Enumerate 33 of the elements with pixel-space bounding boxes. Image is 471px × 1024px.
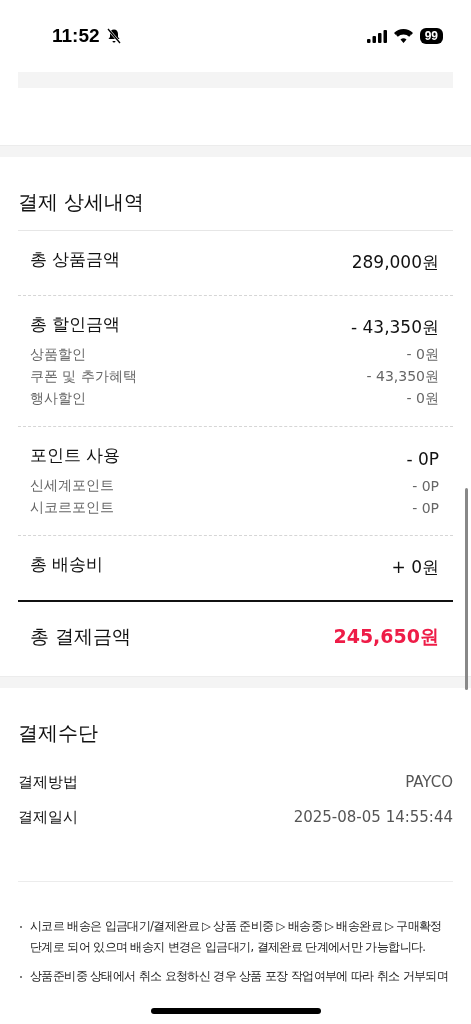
summary-amount: - 0P bbox=[406, 448, 439, 469]
summary-amount: - 43,350원 bbox=[350, 316, 439, 339]
summary-label: 포인트 사용 bbox=[30, 444, 121, 467]
status-time: 11:52 bbox=[52, 25, 100, 47]
detail-label: 쿠폰 및 추가혜택 bbox=[30, 368, 137, 386]
detail-amount: - 0P bbox=[412, 478, 439, 494]
detail-amount: - 43,350원 bbox=[366, 368, 439, 386]
detail-label: 행사할인 bbox=[30, 390, 86, 408]
signal-icon bbox=[366, 29, 387, 43]
section-title: 결제 상세내역 bbox=[18, 189, 146, 216]
summary-label: 총 상품금액 bbox=[30, 248, 121, 271]
summary-amount: 289,000원 bbox=[351, 251, 439, 274]
total-label: 총 결제금액 bbox=[30, 624, 132, 649]
section-title: 결제수단 bbox=[18, 720, 99, 747]
detail-label: 상품할인 bbox=[30, 346, 86, 364]
total-amount: 245,650원 bbox=[333, 624, 439, 649]
wifi-icon bbox=[393, 29, 413, 43]
info-value: 2025-08-05 14:55:44 bbox=[293, 808, 453, 827]
detail-amount: - 0원 bbox=[406, 390, 439, 408]
info-label: 결제일시 bbox=[18, 808, 78, 827]
bell-slash-icon bbox=[105, 28, 122, 44]
detail-label: 신세계포인트 bbox=[30, 477, 114, 495]
notice-text: 시코르 배송은 입금대기/결제완료 ▷ 상품 준비중 ▷ 배송중 ▷ 배송완료 ▷ 구매확정 단계로 되어 있으며 배송지 변경은 입금대기, 결제완료 단계에서만 가능합니다. bbox=[18, 916, 453, 958]
info-value: PAYCO bbox=[405, 773, 453, 792]
detail-amount: - 0P bbox=[412, 500, 439, 516]
battery-level: 99 bbox=[419, 28, 443, 44]
detail-label: 시코르포인트 bbox=[30, 499, 114, 517]
summary-label: 총 배송비 bbox=[30, 553, 104, 576]
summary-label: 총 할인금액 bbox=[30, 313, 121, 336]
detail-amount: - 0원 bbox=[406, 346, 439, 364]
notice-text: 상품준비중 상태에서 취소 요청하신 경우 상품 포장 작업여부에 따라 취소 거부되며 bbox=[18, 966, 453, 987]
info-label: 결제방법 bbox=[18, 773, 78, 792]
summary-amount: + 0원 bbox=[391, 556, 439, 579]
